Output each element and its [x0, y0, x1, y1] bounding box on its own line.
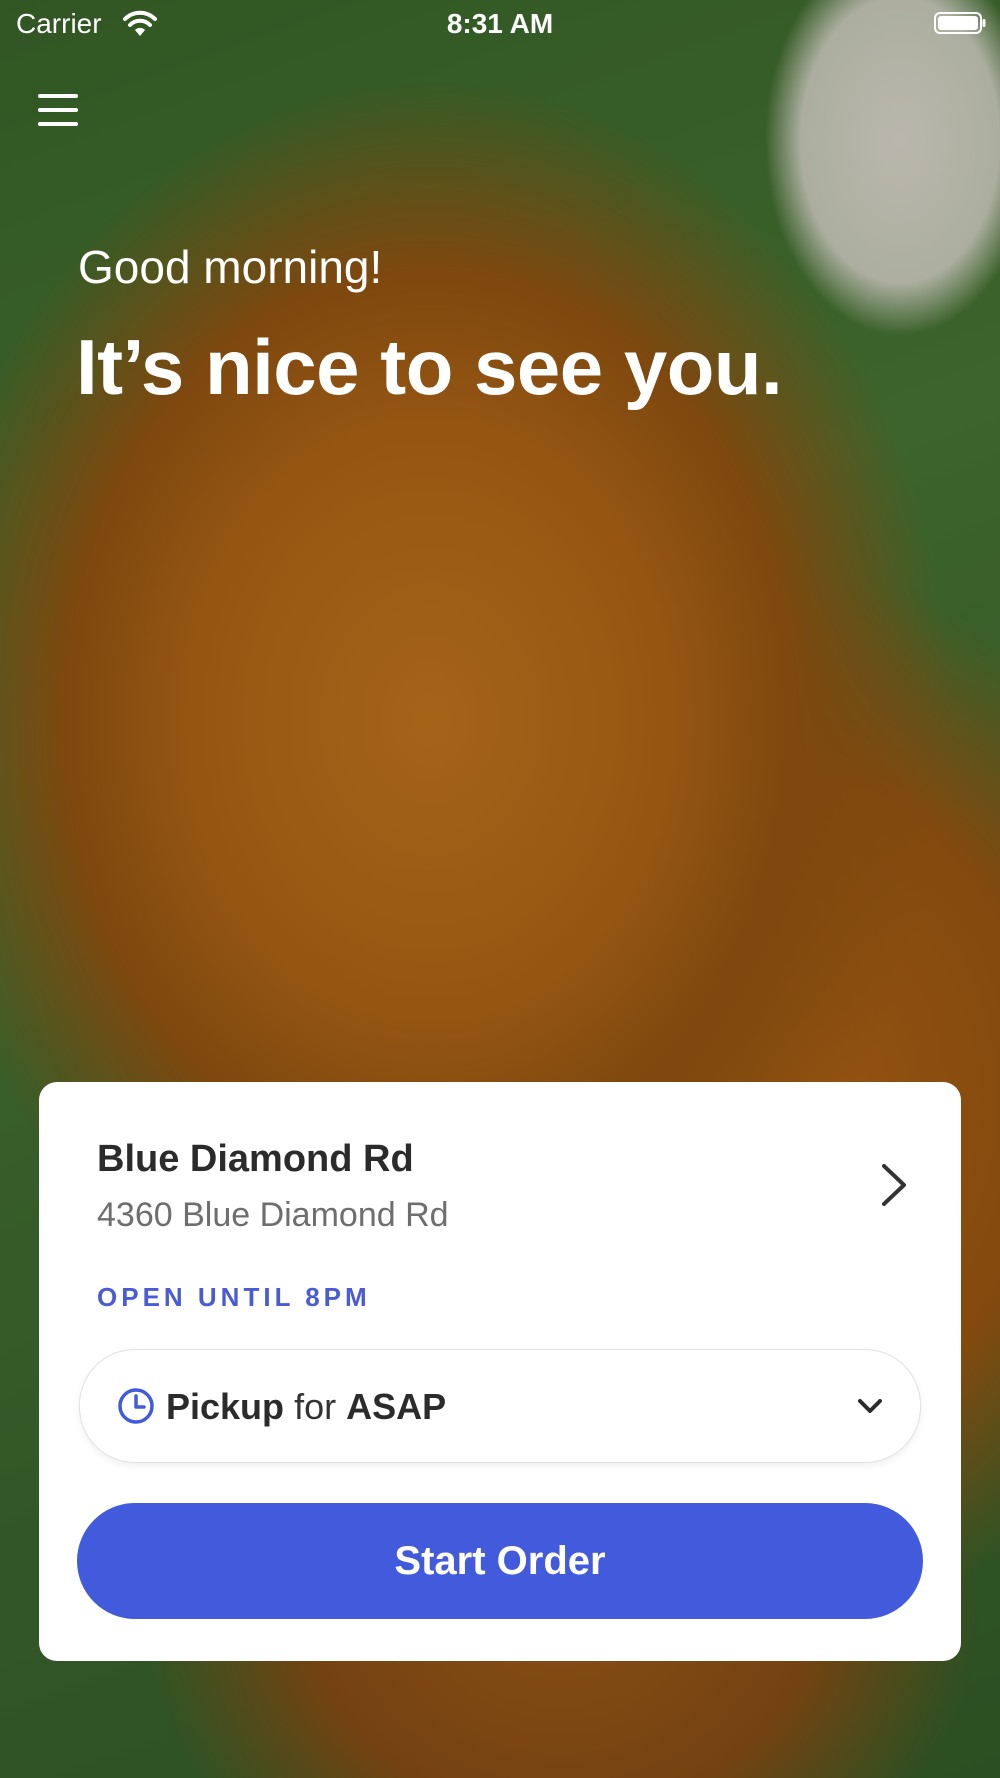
pickup-text: Pickup for ASAP	[166, 1386, 446, 1428]
location-address: 4360 Blue Diamond Rd	[97, 1196, 449, 1234]
status-bar: Carrier 8:31 AM	[0, 0, 1000, 52]
pickup-mode: Pickup	[166, 1386, 285, 1427]
battery-icon	[934, 12, 986, 34]
pickup-time: ASAP	[346, 1386, 447, 1427]
start-order-button[interactable]: Start Order	[77, 1503, 923, 1619]
pickup-connector: for	[294, 1386, 337, 1427]
pickup-time-selector[interactable]: Pickup for ASAP	[79, 1349, 921, 1463]
status-time: 8:31 AM	[446, 8, 554, 39]
headline-text: It’s nice to see you.	[76, 323, 783, 411]
clock-icon	[118, 1388, 154, 1424]
open-status-label: OPEN UNTIL 8PM	[97, 1282, 371, 1312]
menu-icon[interactable]	[38, 94, 78, 130]
greeting-text: Good morning!	[78, 241, 383, 293]
location-card: Blue Diamond Rd 4360 Blue Diamond Rd OPE…	[39, 1082, 961, 1661]
chevron-down-icon	[858, 1399, 882, 1413]
location-name: Blue Diamond Rd	[97, 1138, 414, 1180]
chevron-right-icon[interactable]	[879, 1162, 909, 1208]
